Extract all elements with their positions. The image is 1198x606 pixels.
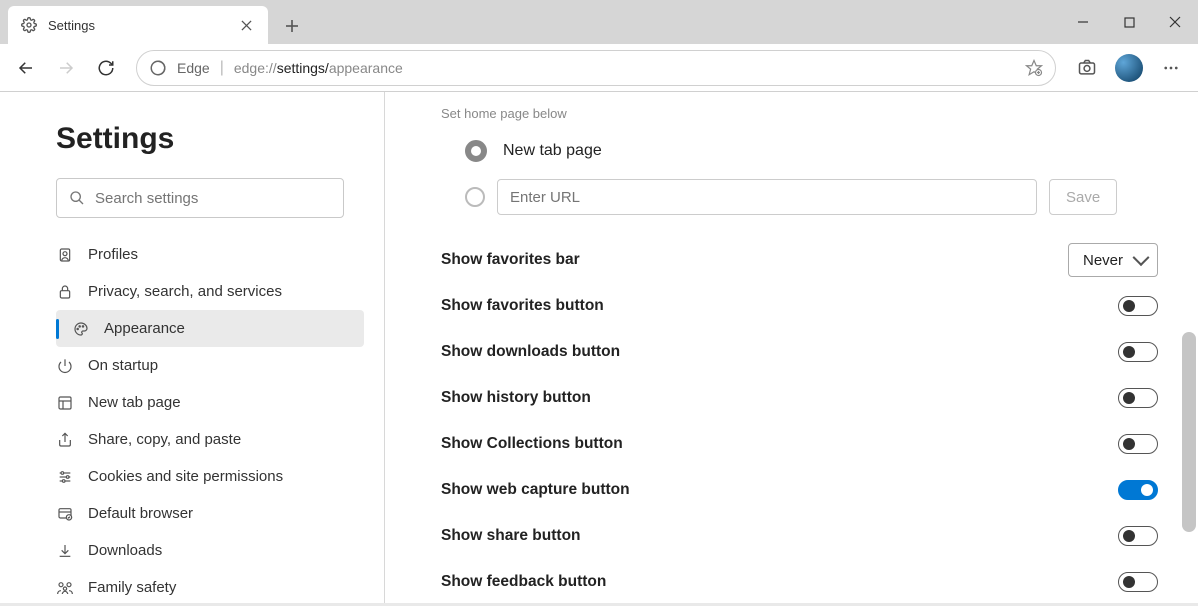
power-icon — [56, 358, 74, 374]
sidebar-item-privacy[interactable]: Privacy, search, and services — [0, 273, 384, 310]
setting-label: Show Collections button — [441, 435, 623, 453]
radio-selected-icon — [465, 140, 487, 162]
setting-label: Show share button — [441, 527, 581, 545]
address-url: edge://settings/appearance — [234, 60, 403, 76]
home-url-input[interactable] — [497, 179, 1037, 215]
sidebar-label: New tab page — [88, 394, 181, 411]
favorite-icon[interactable] — [1025, 59, 1043, 77]
window-controls — [1060, 0, 1198, 44]
radio-new-tab-page[interactable]: New tab page — [465, 133, 1158, 169]
sidebar-item-default-browser[interactable]: Default browser — [0, 495, 384, 532]
setting-toggle-row: Show Collections button — [441, 421, 1158, 467]
setting-label: Show web capture button — [441, 481, 630, 499]
main-panel: Set home page below New tab page Save Sh… — [385, 92, 1198, 603]
close-tab-button[interactable] — [236, 15, 256, 35]
sidebar-item-startup[interactable]: On startup — [0, 347, 384, 384]
dropdown-value: Never — [1083, 252, 1123, 269]
address-brand: Edge — [177, 60, 210, 76]
minimize-button[interactable] — [1060, 6, 1106, 38]
toggle-switch[interactable] — [1118, 388, 1158, 408]
back-button[interactable] — [8, 50, 44, 86]
family-icon — [56, 580, 74, 596]
setting-favorites-bar: Show favorites bar Never — [441, 237, 1158, 283]
radio-custom-url[interactable]: Save — [465, 179, 1158, 215]
toggle-switch[interactable] — [1118, 572, 1158, 592]
toolbar-right — [1068, 50, 1190, 86]
sidebar: Settings Profiles Privacy, search, and s… — [0, 92, 385, 603]
download-icon — [56, 543, 74, 559]
sidebar-label: Family safety — [88, 579, 176, 596]
sidebar-label: Appearance — [104, 320, 185, 337]
setting-toggle-row: Show feedback button — [441, 559, 1158, 603]
sidebar-item-family[interactable]: Family safety — [0, 569, 384, 606]
setting-label: Show history button — [441, 389, 591, 407]
browser-icon — [56, 506, 74, 522]
address-bar[interactable]: Edge | edge://settings/appearance — [136, 50, 1056, 86]
sidebar-label: Cookies and site permissions — [88, 468, 283, 485]
new-tab-button[interactable] — [274, 8, 310, 44]
sidebar-label: Privacy, search, and services — [88, 283, 282, 300]
sidebar-item-cookies[interactable]: Cookies and site permissions — [0, 458, 384, 495]
sidebar-item-share[interactable]: Share, copy, and paste — [0, 421, 384, 458]
sidebar-label: On startup — [88, 357, 158, 374]
sidebar-label: Downloads — [88, 542, 162, 559]
web-capture-icon[interactable] — [1068, 50, 1106, 86]
setting-toggle-row: Show share button — [441, 513, 1158, 559]
setting-label: Show feedback button — [441, 573, 606, 591]
sidebar-item-newtab[interactable]: New tab page — [0, 384, 384, 421]
search-input[interactable] — [95, 190, 331, 207]
toggle-switch[interactable] — [1118, 434, 1158, 454]
setting-label: Show favorites button — [441, 297, 604, 315]
maximize-button[interactable] — [1106, 6, 1152, 38]
favorites-bar-dropdown[interactable]: Never — [1068, 243, 1158, 277]
toggle-switch[interactable] — [1118, 480, 1158, 500]
setting-label: Show favorites bar — [441, 251, 580, 269]
close-window-button[interactable] — [1152, 6, 1198, 38]
setting-toggle-row: Show web capture button — [441, 467, 1158, 513]
setting-toggle-row: Show downloads button — [441, 329, 1158, 375]
search-icon — [69, 190, 85, 206]
refresh-button[interactable] — [88, 50, 124, 86]
scrollbar[interactable] — [1182, 332, 1196, 532]
lock-icon — [56, 284, 74, 300]
setting-toggle-row: Show favorites button — [441, 283, 1158, 329]
setting-label: Show downloads button — [441, 343, 620, 361]
content: Settings Profiles Privacy, search, and s… — [0, 92, 1198, 603]
tab-title: Settings — [48, 18, 226, 33]
share-icon — [56, 432, 74, 448]
sidebar-item-profiles[interactable]: Profiles — [0, 236, 384, 273]
address-separator: | — [220, 59, 224, 77]
sliders-icon — [56, 469, 74, 485]
browser-tab[interactable]: Settings — [8, 6, 268, 44]
profile-avatar[interactable] — [1110, 50, 1148, 86]
sidebar-label: Default browser — [88, 505, 193, 522]
sidebar-item-appearance[interactable]: Appearance — [56, 310, 364, 347]
palette-icon — [72, 321, 90, 337]
radio-unselected-icon — [465, 187, 485, 207]
save-button[interactable]: Save — [1049, 179, 1117, 215]
home-page-hint: Set home page below — [441, 106, 1158, 121]
toggle-switch[interactable] — [1118, 342, 1158, 362]
setting-toggle-row: Show history button — [441, 375, 1158, 421]
toggle-switch[interactable] — [1118, 296, 1158, 316]
titlebar: Settings — [0, 0, 1198, 44]
page-title: Settings — [56, 122, 384, 156]
profile-icon — [56, 247, 74, 263]
gear-icon — [20, 17, 38, 33]
sidebar-label: Share, copy, and paste — [88, 431, 241, 448]
sidebar-label: Profiles — [88, 246, 138, 263]
toggle-switch[interactable] — [1118, 526, 1158, 546]
more-menu-button[interactable] — [1152, 50, 1190, 86]
toolbar: Edge | edge://settings/appearance — [0, 44, 1198, 92]
search-settings[interactable] — [56, 178, 344, 218]
sidebar-nav: Profiles Privacy, search, and services A… — [0, 236, 384, 606]
edge-logo-icon — [149, 59, 167, 77]
radio-label: New tab page — [503, 142, 602, 160]
forward-button[interactable] — [48, 50, 84, 86]
grid-icon — [56, 395, 74, 411]
sidebar-item-downloads[interactable]: Downloads — [0, 532, 384, 569]
